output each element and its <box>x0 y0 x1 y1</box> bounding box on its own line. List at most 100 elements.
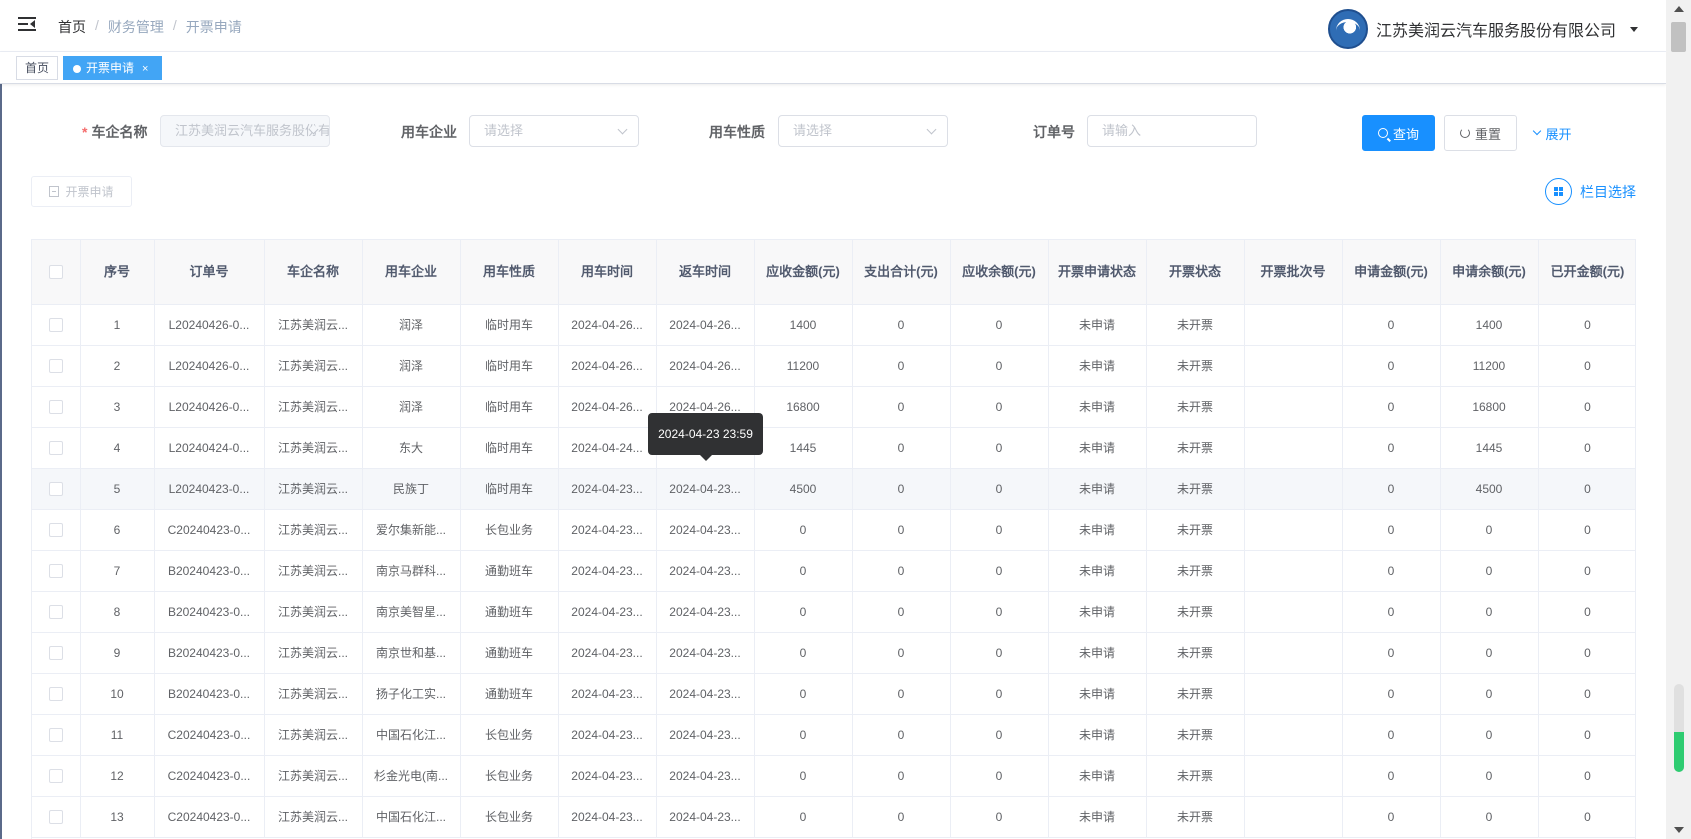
breadcrumb-home[interactable]: 首页 <box>58 17 86 37</box>
table-cell: 2024-04-23... <box>656 468 755 510</box>
row-select-cell[interactable] <box>32 550 81 592</box>
row-checkbox[interactable] <box>48 399 63 414</box>
row-select-cell[interactable] <box>32 468 81 510</box>
tab-invoice-apply-label: 开票申请 <box>86 61 135 75</box>
column-header: 开票批次号 <box>1244 240 1343 305</box>
row-checkbox[interactable] <box>48 727 63 742</box>
table-cell: 0 <box>1342 386 1441 428</box>
row-checkbox[interactable] <box>48 604 63 619</box>
row-checkbox[interactable] <box>48 809 63 824</box>
row-checkbox[interactable] <box>48 440 63 455</box>
column-header: 用车时间 <box>558 240 657 305</box>
tab-invoice-apply[interactable]: 开票申请 × <box>63 56 162 80</box>
row-select-cell[interactable] <box>32 796 81 838</box>
table-row[interactable]: 1 L20240426-0... 江苏美润云... 润泽 临时用车 2024-04-26.… <box>32 304 1635 346</box>
column-header: 应收金额(元) <box>754 240 853 305</box>
query-button[interactable]: 查询 <box>1362 115 1435 151</box>
header-select-all[interactable] <box>32 240 81 305</box>
table-cell: 0 <box>1440 673 1539 715</box>
table-cell: 0 <box>1440 714 1539 756</box>
table-cell: L20240423-0... <box>154 468 265 510</box>
table-cell: 未申请 <box>1048 427 1147 469</box>
table-row[interactable]: 2 L20240426-0... 江苏美润云... 润泽 临时用车 2024-04-26.… <box>32 345 1635 387</box>
chevron-down-icon <box>1630 26 1638 32</box>
row-select-cell[interactable] <box>32 509 81 551</box>
row-checkbox[interactable] <box>48 481 63 496</box>
table-cell: 2024-04-23... <box>656 755 755 797</box>
table-cell: 0 <box>1440 509 1539 551</box>
row-checkbox[interactable] <box>48 563 63 578</box>
row-checkbox[interactable] <box>48 645 63 660</box>
invoice-apply-button[interactable]: 开票申请 <box>31 176 132 207</box>
company-dropdown[interactable]: 江苏美润云汽车服务股份有限公司 <box>1327 9 1638 49</box>
table-cell: 0 <box>950 673 1049 715</box>
expand-button[interactable]: 展开 <box>1527 115 1579 151</box>
row-checkbox[interactable] <box>48 358 63 373</box>
refresh-icon <box>1459 128 1470 138</box>
table-row[interactable]: 7 B20240423-0... 江苏美润云... 南京马群科... 通勤班车 2024-… <box>32 550 1635 592</box>
row-select-cell[interactable] <box>32 714 81 756</box>
scroll-down-arrow-icon[interactable] <box>1674 827 1684 833</box>
inner-scroll-fill <box>1674 732 1684 772</box>
scrollbar-thumb[interactable] <box>1671 22 1686 52</box>
table-row[interactable]: 13 C20240423-0... 江苏美润云... 中国石化江... 长包业务 2024… <box>32 796 1635 838</box>
order-input[interactable]: 请输入 <box>1087 115 1257 147</box>
table-row[interactable]: 12 C20240423-0... 江苏美润云... 杉金光电(南... 长包业务 202… <box>32 755 1635 797</box>
table-row[interactable]: 11 C20240423-0... 江苏美润云... 中国石化江... 长包业务 2024… <box>32 714 1635 756</box>
table-cell: 长包业务 <box>460 755 559 797</box>
close-icon[interactable]: × <box>142 58 148 80</box>
table-row[interactable]: 5 L20240423-0... 江苏美润云... 民族丁 临时用车 2024-04-23… <box>32 468 1635 510</box>
table-row[interactable]: 4 L20240424-0... 江苏美润云... 东大 临时用车 2024-04-24.… <box>32 427 1635 469</box>
tab-home[interactable]: 首页 <box>16 56 59 80</box>
table-cell: 0 <box>950 304 1049 346</box>
enterprise-label: 用车企业 <box>401 124 457 140</box>
row-select-cell[interactable] <box>32 591 81 633</box>
hamburger-icon[interactable] <box>18 16 36 32</box>
row-select-cell[interactable] <box>32 304 81 346</box>
column-select-label: 栏目选择 <box>1580 183 1636 200</box>
table-cell <box>1244 632 1343 674</box>
table-cell: 未开票 <box>1146 386 1245 428</box>
table-row[interactable]: 10 B20240423-0... 江苏美润云... 扬子化工实... 通勤班车 2024… <box>32 673 1635 715</box>
row-checkbox[interactable] <box>48 768 63 783</box>
table-cell: 0 <box>1538 673 1635 715</box>
table-cell: 0 <box>852 386 951 428</box>
table-cell: 0 <box>1440 796 1539 838</box>
row-checkbox[interactable] <box>48 686 63 701</box>
table-row[interactable]: 8 B20240423-0... 江苏美润云... 南京美智星... 通勤班车 2024-… <box>32 591 1635 633</box>
row-checkbox[interactable] <box>48 522 63 537</box>
enterprise-select[interactable]: 请选择 <box>469 115 639 147</box>
app-root: 首页 / 财务管理 / 开票申请 江苏美润云汽车服务股份有限公司 首页 开票申请… <box>0 0 1691 839</box>
row-select-cell[interactable] <box>32 345 81 387</box>
table-row[interactable]: 9 B20240423-0... 江苏美润云... 南京世和基... 通勤班车 2024-… <box>32 632 1635 674</box>
table-row[interactable]: 6 C20240423-0... 江苏美润云... 爱尔集新能... 长包业务 2024-… <box>32 509 1635 551</box>
table-cell: 0 <box>754 796 853 838</box>
tags-view: 首页 开票申请 × <box>0 52 1666 84</box>
table-cell: 0 <box>1342 632 1441 674</box>
column-select-button[interactable]: 栏目选择 <box>1545 178 1636 205</box>
scroll-up-arrow-icon[interactable] <box>1674 6 1684 12</box>
table-cell: 0 <box>1440 755 1539 797</box>
select-all-checkbox[interactable] <box>48 265 63 280</box>
nature-select[interactable]: 请选择 <box>778 115 948 147</box>
reset-button[interactable]: 重置 <box>1444 115 1517 151</box>
company-name: 江苏美润云汽车服务股份有限公司 <box>1375 23 1616 40</box>
breadcrumb-separator: / <box>95 17 99 33</box>
row-select-cell[interactable] <box>32 673 81 715</box>
table-cell: 2024-04-23... <box>558 591 657 633</box>
company-logo <box>1327 9 1368 49</box>
inner-scroll-indicator[interactable] <box>1674 684 1684 772</box>
table-cell: 0 <box>754 714 853 756</box>
table-header-row: 序号 订单号 车企名称 用车企业 用车性质 用车时间 返车时间 应收金额(元) 支出合计(元) 应… <box>32 240 1635 305</box>
row-select-cell[interactable] <box>32 427 81 469</box>
table-cell: 江苏美润云... <box>264 468 363 510</box>
table-row[interactable]: 3 L20240426-0... 江苏美润云... 润泽 临时用车 2024-04-26.… <box>32 386 1635 428</box>
row-checkbox[interactable] <box>48 317 63 332</box>
row-select-cell[interactable] <box>32 632 81 674</box>
row-select-cell[interactable] <box>32 386 81 428</box>
table-cell: 0 <box>852 427 951 469</box>
table-cell: 未开票 <box>1146 550 1245 592</box>
row-select-cell[interactable] <box>32 755 81 797</box>
table-cell: 4500 <box>1440 468 1539 510</box>
table-cell: 0 <box>950 468 1049 510</box>
